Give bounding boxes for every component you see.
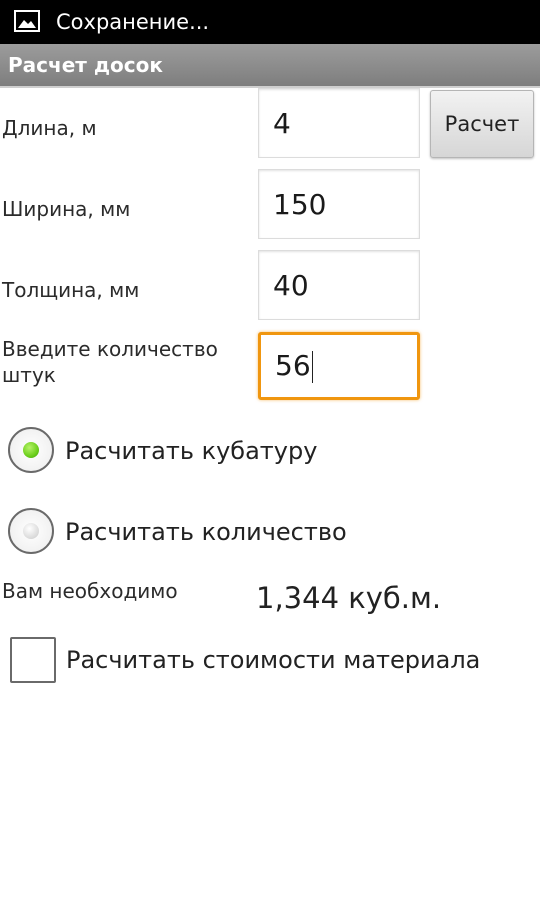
cost-checkbox[interactable]	[10, 637, 56, 683]
length-input[interactable]: 4	[258, 88, 420, 158]
length-label: Длина, м	[2, 116, 97, 140]
radio-button-unselected[interactable]	[8, 508, 54, 554]
radio-calc-volume-label: Расчитать кубатуру	[65, 437, 318, 465]
quantity-input-value: 56	[275, 349, 311, 382]
length-input-value: 4	[273, 107, 291, 140]
quantity-input[interactable]: 56	[258, 332, 420, 400]
width-label: Ширина, мм	[2, 197, 131, 221]
radio-calc-volume[interactable]: Расчитать кубатуру	[8, 425, 528, 475]
radio-indicator-off	[23, 523, 39, 539]
status-notification-text: Сохранение...	[56, 10, 210, 34]
status-bar: Сохранение...	[0, 0, 540, 44]
radio-indicator-on	[23, 442, 39, 458]
thickness-label: Толщина, мм	[2, 278, 140, 302]
width-input-value: 150	[273, 188, 327, 221]
width-input[interactable]: 150	[258, 169, 420, 239]
app-title-bar: Расчет досок	[0, 44, 540, 88]
radio-calc-quantity-label: Расчитать количество	[65, 518, 347, 546]
text-cursor	[311, 351, 313, 383]
thickness-input-value: 40	[273, 269, 309, 302]
radio-button-selected[interactable]	[8, 427, 54, 473]
calculate-button[interactable]: Расчет	[430, 90, 534, 158]
radio-calc-quantity[interactable]: Расчитать количество	[8, 506, 528, 556]
cost-checkbox-label[interactable]: Расчитать стоимости материала	[66, 645, 480, 675]
quantity-label-line1: Введите количество	[2, 337, 218, 361]
quantity-label-line2: штук	[2, 363, 56, 387]
result-value: 1,344 куб.м.	[256, 581, 442, 615]
thickness-input[interactable]: 40	[258, 250, 420, 320]
image-icon	[14, 10, 40, 32]
app-title: Расчет досок	[8, 53, 163, 77]
result-label: Вам необходимо	[2, 579, 178, 603]
